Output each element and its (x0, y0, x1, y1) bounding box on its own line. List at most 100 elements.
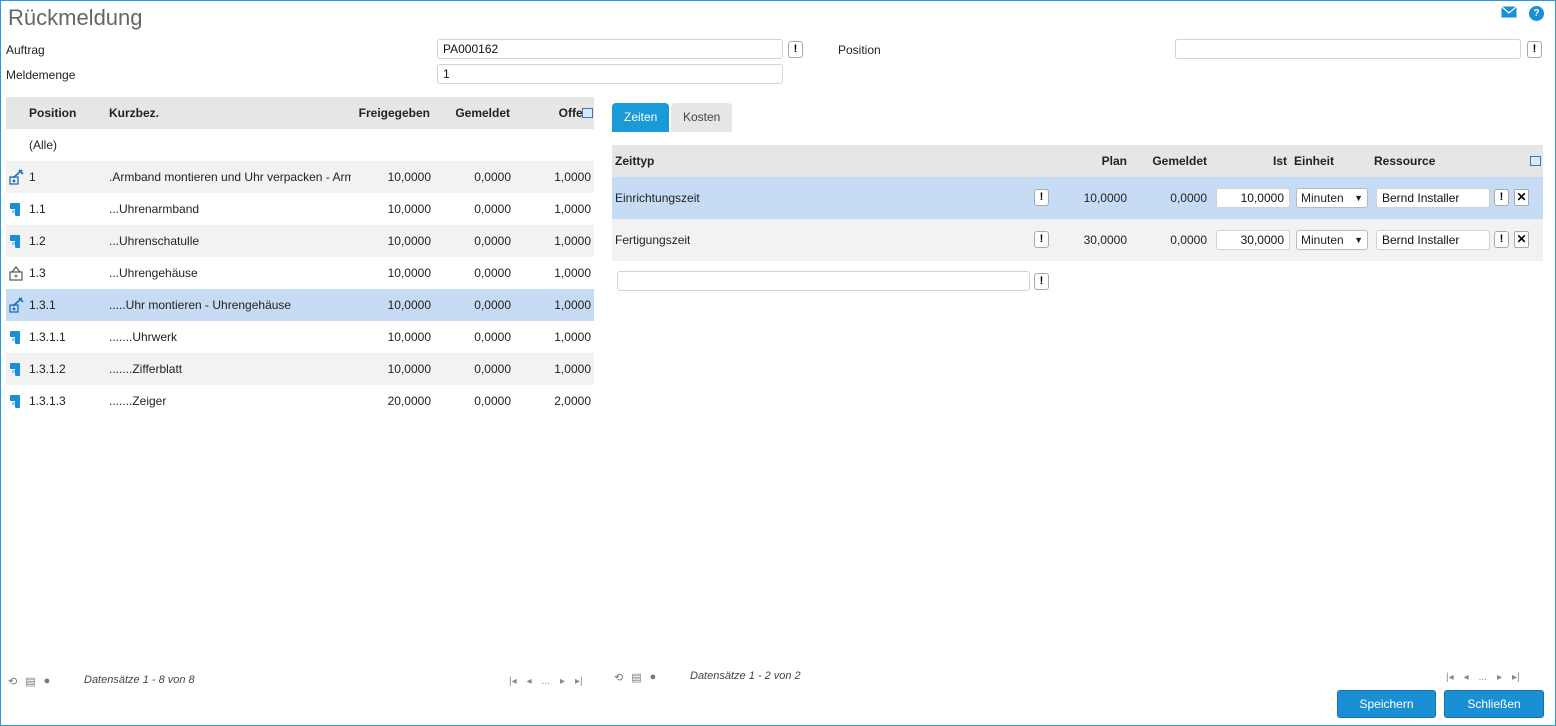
row-kurzbez: .Armband montieren und Uhr verpacken - A… (109, 170, 351, 184)
close-button[interactable]: Schließen (1444, 690, 1544, 718)
row-position: 1.3.1.1 (29, 330, 66, 344)
mail-icon[interactable] (1501, 6, 1517, 20)
positions-table-header: Position Kurzbez. Freigegeben Gemeldet O… (6, 97, 594, 129)
table-row[interactable]: 1.1 ...Uhrenarmband 10,0000 0,0000 1,0000 (6, 193, 594, 225)
delete-row-button[interactable]: ✕ (1514, 231, 1529, 248)
row-position: 1 (29, 170, 36, 184)
print-icon[interactable]: ▤ (25, 675, 35, 688)
row-gemeldet: 0,0000 (474, 394, 511, 408)
prev-page-icon[interactable]: ◂ (527, 676, 532, 687)
position-label: Position (838, 43, 881, 57)
row-kurzbez: ...Uhrenschatulle (109, 234, 200, 248)
col-zeittyp[interactable]: Zeittyp (615, 145, 654, 177)
page-title: Rückmeldung (8, 5, 143, 30)
new-row: ! (612, 261, 1543, 303)
zeittyp-lookup-button[interactable]: ! (1034, 189, 1049, 206)
table-row-all[interactable]: (Alle) (6, 129, 594, 161)
row-kurzbez: .......Zifferblatt (109, 362, 183, 376)
ist-input[interactable]: 30,0000 (1216, 230, 1290, 250)
col-position[interactable]: Position (29, 97, 99, 129)
material-icon (9, 393, 25, 409)
row-zeittyp: Fertigungszeit (615, 233, 691, 247)
page-ellipsis: ... (541, 676, 550, 687)
table-row[interactable]: 1.3.1.2 .......Zifferblatt 10,0000 0,0000 1,… (6, 353, 594, 385)
auftrag-input[interactable]: PA000162 (437, 39, 783, 59)
zeittyp-lookup-button[interactable]: ! (1034, 231, 1049, 248)
last-page-icon-r[interactable]: ▸| (1512, 672, 1520, 683)
first-page-icon-r[interactable]: |◂ (1446, 672, 1454, 683)
left-record-count: Datensätze 1 - 8 von 8 (84, 674, 195, 686)
first-page-icon[interactable]: |◂ (509, 676, 517, 687)
table-row[interactable]: 1.3 ...Uhrengehäuse 10,0000 0,0000 1,0000 (6, 257, 594, 289)
header-icons: ? (1501, 6, 1544, 21)
times-row[interactable]: Fertigungszeit! 30,0000 0,0000 30,0000 Minut… (612, 219, 1543, 261)
refresh-icon-r[interactable]: ⟲ (614, 671, 623, 684)
assembly-icon (9, 265, 25, 281)
table-row[interactable]: 1 .Armband montieren und Uhr verpacken - … (6, 161, 594, 193)
row-offen: 1,0000 (554, 170, 591, 184)
row-position: 1.3.1 (29, 298, 56, 312)
ist-input[interactable]: 10,0000 (1216, 188, 1290, 208)
col-kurzbez[interactable]: Kurzbez. (109, 97, 309, 129)
meldemenge-input[interactable]: 1 (437, 64, 783, 84)
row-gemeldet: 0,0000 (474, 202, 511, 216)
position-lookup-button[interactable]: ! (1527, 41, 1542, 58)
row-gemeldet: 0,0000 (474, 234, 511, 248)
delete-row-button[interactable]: ✕ (1514, 189, 1529, 206)
table-row[interactable]: 1.3.1.3 .......Zeiger 20,0000 0,0000 2,0000 (6, 385, 594, 417)
row-gemeldet: 0,0000 (474, 298, 511, 312)
col-gemeldet-r[interactable]: Gemeldet (1132, 145, 1207, 177)
tab-zeiten[interactable]: Zeiten (612, 103, 670, 132)
new-zeittyp-input[interactable] (617, 271, 1030, 291)
row-offen: 1,0000 (554, 234, 591, 248)
settings-icon[interactable]: ● (44, 675, 51, 688)
row-position: 1.3 (29, 266, 46, 280)
einheit-select[interactable]: Minuten ▼ (1296, 230, 1368, 250)
column-config-icon-r[interactable] (1530, 156, 1541, 166)
ressource-lookup-button[interactable]: ! (1494, 189, 1509, 206)
row-kurzbez: ...Uhrengehäuse (109, 266, 198, 280)
positions-table: Position Kurzbez. Freigegeben Gemeldet O… (6, 97, 594, 417)
einheit-select[interactable]: Minuten ▼ (1296, 188, 1368, 208)
col-plan[interactable]: Plan (1052, 145, 1127, 177)
refresh-icon[interactable]: ⟲ (8, 675, 17, 688)
material-icon (9, 201, 25, 217)
operation-icon (9, 297, 25, 313)
row-freigegeben: 10,0000 (387, 330, 431, 344)
chevron-down-icon: ▼ (1354, 193, 1363, 203)
page-ellipsis-r: ... (1478, 672, 1487, 683)
position-input[interactable] (1175, 39, 1521, 59)
next-page-icon-r[interactable]: ▸ (1497, 672, 1502, 683)
right-record-count: Datensätze 1 - 2 von 2 (690, 670, 801, 682)
auftrag-lookup-button[interactable]: ! (788, 41, 803, 58)
ressource-lookup-button[interactable]: ! (1494, 231, 1509, 248)
column-config-icon[interactable] (582, 108, 593, 118)
col-ressource[interactable]: Ressource (1374, 145, 1435, 177)
settings-icon-r[interactable]: ● (650, 671, 657, 684)
last-page-icon[interactable]: ▸| (575, 676, 583, 687)
col-freigegeben[interactable]: Freigegeben (346, 97, 430, 129)
table-row[interactable]: 1.2 ...Uhrenschatulle 10,0000 0,0000 1,0000 (6, 225, 594, 257)
col-einheit[interactable]: Einheit (1294, 145, 1334, 177)
print-icon-r[interactable]: ▤ (631, 671, 641, 684)
table-row[interactable]: 1.3.1.1 .......Uhrwerk 10,0000 0,0000 1,0000 (6, 321, 594, 353)
col-ist[interactable]: Ist (1212, 145, 1287, 177)
new-zeittyp-lookup-button[interactable]: ! (1034, 273, 1049, 290)
ressource-input[interactable]: Bernd Installer (1376, 230, 1490, 250)
help-icon[interactable]: ? (1529, 6, 1544, 21)
row-kurzbez: ...Uhrenarmband (109, 202, 200, 216)
row-plan: 30,0000 (1083, 233, 1127, 247)
prev-page-icon-r[interactable]: ◂ (1464, 672, 1469, 683)
ressource-input[interactable]: Bernd Installer (1376, 188, 1490, 208)
col-offen[interactable]: Offen (526, 97, 590, 129)
left-toolbar: ⟲ ▤ ● (8, 675, 50, 688)
table-row[interactable]: 1.3.1 .....Uhr montieren - Uhrengehäuse 10… (6, 289, 594, 321)
row-freigegeben: 10,0000 (387, 362, 431, 376)
col-gemeldet[interactable]: Gemeldet (434, 97, 510, 129)
material-icon (9, 329, 25, 345)
times-row[interactable]: Einrichtungszeit! 10,0000 0,0000 10,0000 Min… (612, 177, 1543, 219)
tab-kosten[interactable]: Kosten (671, 103, 733, 132)
row-offen: 1,0000 (554, 298, 591, 312)
save-button[interactable]: Speichern (1337, 690, 1436, 718)
next-page-icon[interactable]: ▸ (560, 676, 565, 687)
